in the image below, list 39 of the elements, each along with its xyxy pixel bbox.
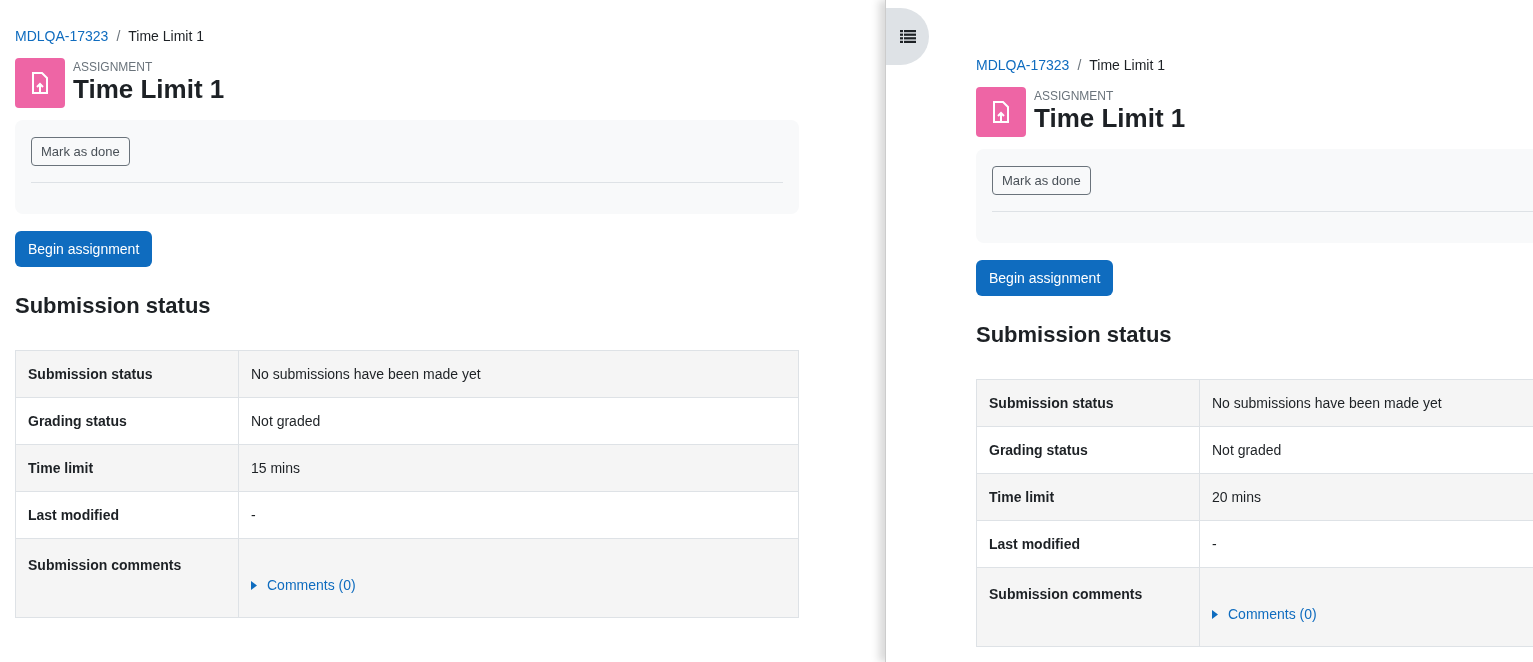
page-title: Time Limit 1 bbox=[1034, 103, 1186, 133]
row-label: Submission status bbox=[15, 350, 239, 398]
row-label: Submission comments bbox=[15, 538, 239, 618]
mark-as-done-button[interactable]: Mark as done bbox=[992, 166, 1091, 195]
breadcrumb-current: Time Limit 1 bbox=[1089, 55, 1165, 75]
row-value: 15 mins bbox=[238, 444, 799, 492]
row-label: Last modified bbox=[15, 491, 239, 539]
breadcrumb-link[interactable]: MDLQA-17323 bbox=[15, 25, 109, 47]
mark-as-done-button[interactable]: Mark as done bbox=[31, 137, 130, 166]
begin-assignment-button[interactable]: Begin assignment bbox=[976, 260, 1114, 296]
row-label: Grading status bbox=[15, 397, 239, 445]
file-upload-icon bbox=[32, 72, 48, 94]
section-heading: Submission status bbox=[15, 292, 212, 320]
caret-right-icon bbox=[251, 580, 257, 590]
row-label: Submission status bbox=[976, 379, 1200, 427]
activity-type: ASSIGNMENT bbox=[73, 60, 154, 74]
activity-type: ASSIGNMENT bbox=[1034, 89, 1115, 103]
breadcrumb-link[interactable]: MDLQA-17323 bbox=[976, 54, 1070, 76]
list-icon bbox=[899, 30, 916, 43]
row-label: Grading status bbox=[976, 426, 1200, 474]
row-label: Last modified bbox=[976, 520, 1200, 568]
row-label: Time limit bbox=[976, 473, 1200, 521]
row-label: Submission comments bbox=[976, 567, 1200, 647]
breadcrumb-separator: / bbox=[1077, 55, 1082, 75]
caret-right-icon bbox=[1212, 609, 1218, 619]
page-title: Time Limit 1 bbox=[73, 74, 225, 104]
section-heading: Submission status bbox=[976, 321, 1173, 349]
row-label: Time limit bbox=[15, 444, 239, 492]
row-value: - bbox=[238, 491, 799, 539]
breadcrumb-separator: / bbox=[116, 26, 121, 46]
sidebar-toggle-button[interactable] bbox=[886, 8, 929, 65]
row-value: No submissions have been made yet bbox=[1199, 379, 1533, 427]
comments-link[interactable]: Comments (0) bbox=[251, 574, 356, 596]
comments-link[interactable]: Comments (0) bbox=[1212, 603, 1317, 625]
row-value: Not graded bbox=[238, 397, 799, 445]
row-value: No submissions have been made yet bbox=[238, 350, 799, 398]
file-upload-icon bbox=[993, 101, 1009, 123]
breadcrumb-current: Time Limit 1 bbox=[128, 26, 204, 46]
begin-assignment-button[interactable]: Begin assignment bbox=[15, 231, 153, 267]
